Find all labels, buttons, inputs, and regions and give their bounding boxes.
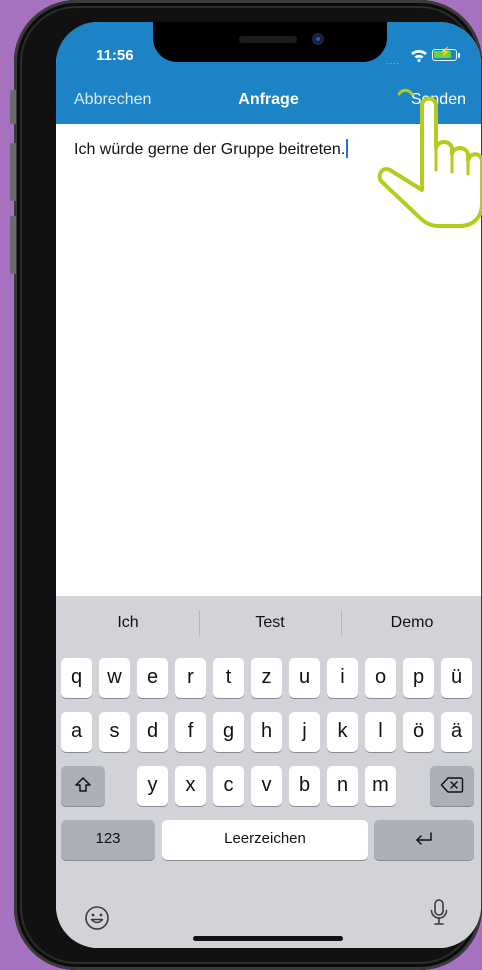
return-icon (416, 832, 432, 845)
key-f[interactable]: f (175, 712, 206, 752)
key-j[interactable]: j (289, 712, 320, 752)
wifi-icon (411, 49, 427, 62)
message-text-area[interactable]: Ich würde gerne der Gruppe beitreten. (74, 139, 349, 159)
notch (153, 22, 387, 62)
suggestion-bar: Ich Test Demo (56, 596, 481, 646)
key-x[interactable]: x (175, 766, 206, 806)
key-g[interactable]: g (213, 712, 244, 752)
key-z[interactable]: z (251, 658, 282, 698)
key-c[interactable]: c (213, 766, 244, 806)
battery-tip (458, 53, 460, 58)
key-b[interactable]: b (289, 766, 320, 806)
home-indicator[interactable] (193, 936, 343, 941)
key-k[interactable]: k (327, 712, 358, 752)
microphone-icon[interactable] (428, 898, 450, 928)
return-key[interactable] (374, 820, 474, 860)
battery-charging-icon: ⚡ (432, 47, 457, 61)
suggestion-ich[interactable]: Ich (57, 614, 199, 632)
keyboard: Ich Test Demo q w e r t z u i o p ü a s … (56, 596, 481, 948)
space-key[interactable]: Leerzeichen (162, 820, 368, 860)
key-q[interactable]: q (61, 658, 92, 698)
charging-bolt-icon: ⚡ (439, 47, 452, 58)
emoji-icon[interactable] (84, 905, 110, 931)
key-e[interactable]: e (137, 658, 168, 698)
key-n[interactable]: n (327, 766, 358, 806)
key-a[interactable]: a (61, 712, 92, 752)
hand-pointer-icon (377, 88, 482, 228)
shift-key[interactable] (61, 766, 105, 806)
message-text: Ich würde gerne der Gruppe beitreten. (74, 141, 346, 158)
key-u[interactable]: u (289, 658, 320, 698)
key-h[interactable]: h (251, 712, 282, 752)
key-ae[interactable]: ä (441, 712, 472, 752)
status-time: 11:56 (96, 47, 134, 64)
text-cursor (346, 139, 349, 158)
backspace-icon (440, 777, 464, 793)
key-w[interactable]: w (99, 658, 130, 698)
key-m[interactable]: m (365, 766, 396, 806)
front-camera (312, 33, 324, 45)
numbers-key[interactable]: 123 (61, 820, 155, 860)
key-o[interactable]: o (365, 658, 396, 698)
backspace-key[interactable] (430, 766, 474, 806)
key-r[interactable]: r (175, 658, 206, 698)
cellular-signal-icon: .... (386, 56, 401, 66)
key-oe[interactable]: ö (403, 712, 434, 752)
mute-switch (10, 90, 16, 124)
suggestion-demo[interactable]: Demo (341, 614, 481, 632)
status-bar: 11:56 .... ⚡ (56, 22, 481, 76)
volume-up-button (10, 143, 16, 201)
key-ue[interactable]: ü (441, 658, 472, 698)
suggestion-test[interactable]: Test (199, 614, 341, 632)
volume-down-button (10, 216, 16, 274)
shift-icon (75, 777, 91, 792)
key-v[interactable]: v (251, 766, 282, 806)
key-s[interactable]: s (99, 712, 130, 752)
speaker (239, 36, 297, 43)
key-d[interactable]: d (137, 712, 168, 752)
key-l[interactable]: l (365, 712, 396, 752)
key-p[interactable]: p (403, 658, 434, 698)
key-y[interactable]: y (137, 766, 168, 806)
key-i[interactable]: i (327, 658, 358, 698)
key-t[interactable]: t (213, 658, 244, 698)
